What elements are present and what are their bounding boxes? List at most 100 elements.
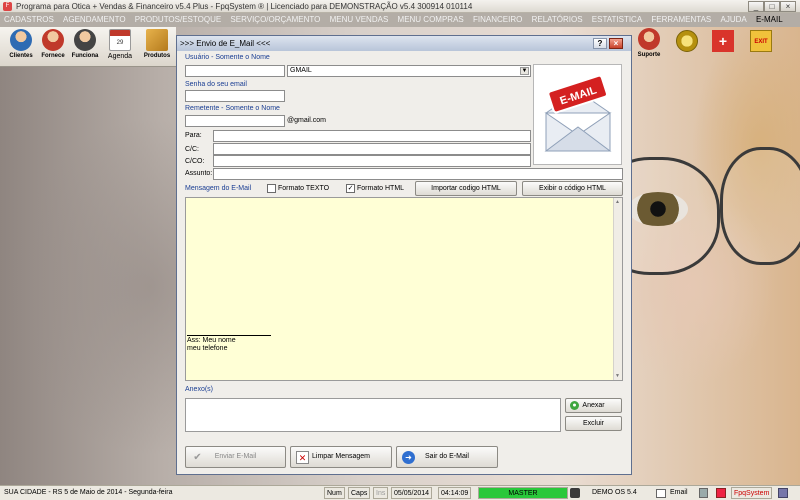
- mail-icon[interactable]: [656, 489, 666, 498]
- scroll-down-icon[interactable]: ▼: [615, 373, 620, 379]
- importar-html-button[interactable]: Importar codigo HTML: [415, 181, 517, 196]
- fornece-button[interactable]: Fornece: [38, 29, 68, 65]
- clientes-button[interactable]: Clientes: [6, 29, 36, 65]
- cco-label: C/CO:: [185, 158, 205, 165]
- message-textarea[interactable]: Ass: Meu nome meu telefone ▲ ▼: [185, 197, 623, 381]
- add-attachment-icon: ●: [570, 401, 579, 410]
- glasses-right-lens: [720, 147, 800, 265]
- coins-button[interactable]: [674, 28, 700, 64]
- status-brand: FpqSystem: [731, 487, 773, 499]
- remetente-input[interactable]: [185, 115, 285, 127]
- menu-relatorios[interactable]: RELATÓRIOS: [532, 15, 583, 24]
- employee-icon: [74, 29, 96, 51]
- supplier-icon: [42, 29, 64, 51]
- suporte-button[interactable]: Suporte: [636, 28, 662, 64]
- maximize-button[interactable]: □: [764, 1, 780, 12]
- menu-email[interactable]: E-MAIL: [756, 15, 783, 24]
- cc-label: C/C:: [185, 146, 199, 153]
- cco-input[interactable]: [213, 155, 531, 167]
- signature-line: [187, 335, 271, 336]
- boxes-icon: [146, 29, 168, 51]
- para-input[interactable]: [213, 130, 531, 142]
- status-master: MASTER: [478, 487, 568, 499]
- anexar-button[interactable]: ● Anexar: [565, 398, 622, 413]
- formato-texto-checkbox[interactable]: [267, 184, 276, 193]
- window-title: Programa para Otica + Vendas & Financeir…: [16, 2, 473, 11]
- menu-compras[interactable]: MENU COMPRAS: [398, 15, 464, 24]
- formato-texto-label: Formato TEXTO: [278, 185, 330, 192]
- fornece-label: Fornece: [41, 53, 65, 59]
- sair-email-button[interactable]: ➜ Sair do E-Mail: [396, 446, 498, 468]
- provider-value: GMAIL: [290, 67, 312, 74]
- menu-vendas[interactable]: MENU VENDAS: [330, 15, 389, 24]
- anexar-label: Anexar: [582, 402, 605, 409]
- status-caps: Caps: [348, 487, 371, 499]
- window-titlebar: F Programa para Otica + Vendas & Finance…: [0, 0, 800, 13]
- scroll-up-icon[interactable]: ▲: [615, 199, 620, 205]
- menu-financeiro[interactable]: FINANCEIRO: [473, 15, 522, 24]
- dialog-help-button[interactable]: ?: [593, 38, 607, 49]
- menu-servico-orcamento[interactable]: SERVIÇO/ORÇAMENTO: [230, 15, 320, 24]
- produtos-label: Produtos: [143, 53, 171, 59]
- usuario-input[interactable]: [185, 65, 285, 77]
- status-demo: DEMO OS 5.4: [592, 489, 637, 496]
- dialog-title: >>> Envio de E_Mail <<<: [180, 39, 271, 48]
- chevron-down-icon[interactable]: ▼: [520, 67, 529, 75]
- email-envelope-image: E-MAIL: [533, 64, 622, 165]
- message-scrollbar[interactable]: ▲ ▼: [613, 198, 622, 380]
- usuario-label: Usuário - Somente o Nome: [185, 54, 270, 61]
- status-num: Num: [324, 487, 345, 499]
- mensagem-label: Mensagem do E-Mail: [185, 185, 252, 192]
- close-button[interactable]: ×: [780, 1, 796, 12]
- dialog-close-button[interactable]: ×: [609, 38, 623, 49]
- assunto-input[interactable]: [213, 168, 623, 180]
- status-ins: Ins: [373, 487, 389, 499]
- menu-ferramentas[interactable]: FERRAMENTAS: [651, 15, 711, 24]
- limpar-mensagem-button[interactable]: ✕ Limpar Mensagem: [290, 446, 392, 468]
- menu-ajuda[interactable]: AJUDA: [721, 15, 747, 24]
- enviar-label: Enviar E-Mail: [214, 453, 257, 460]
- menu-bar: CADASTROS AGENDAMENTO PRODUTOS/ESTOQUE S…: [0, 13, 800, 27]
- support-icon: [638, 28, 660, 50]
- menu-cadastros[interactable]: CADASTROS: [4, 15, 54, 24]
- exit-arrow-icon: ➜: [402, 451, 415, 464]
- sair-label: Sair do E-Mail: [425, 453, 469, 460]
- para-label: Para:: [185, 132, 202, 139]
- status-bar: SUA CIDADE - RS 5 de Maio de 2014 - Segu…: [0, 485, 800, 500]
- menu-agendamento[interactable]: AGENDAMENTO: [63, 15, 126, 24]
- produtos-button[interactable]: Produtos: [140, 29, 174, 65]
- domain-label: @gmail.com: [287, 117, 327, 124]
- plus-note-icon: +: [712, 30, 734, 52]
- senha-input[interactable]: [185, 90, 285, 102]
- anexos-label: Anexo(s): [185, 386, 214, 393]
- signature-name: Ass: Meu nome: [187, 337, 236, 344]
- formato-html-label: Formato HTML: [357, 185, 405, 192]
- signature-phone: meu telefone: [187, 345, 228, 352]
- excluir-button[interactable]: Excluir: [565, 416, 622, 431]
- clientes-label: Clientes: [9, 53, 33, 59]
- exit-button[interactable]: EXIT: [748, 28, 774, 64]
- lock-icon: [570, 488, 580, 498]
- check-icon: ✔: [193, 452, 202, 463]
- app-icon: F: [3, 2, 12, 11]
- network-icon: [778, 488, 788, 498]
- attachments-list[interactable]: [185, 398, 561, 432]
- agenda-label: Agenda: [107, 53, 133, 60]
- provider-select[interactable]: GMAIL ▼: [287, 65, 531, 77]
- exibir-html-button[interactable]: Exibir o código HTML: [522, 181, 623, 196]
- senha-label: Senha do seu email: [185, 81, 247, 88]
- add-note-button[interactable]: +: [710, 28, 736, 64]
- status-time: 04:14:09: [438, 487, 472, 499]
- cc-input[interactable]: [213, 143, 531, 155]
- funciona-button[interactable]: Funciona: [70, 29, 100, 65]
- formato-html-checkbox[interactable]: ✓: [346, 184, 355, 193]
- menu-estatistica[interactable]: ESTATISTICA: [592, 15, 642, 24]
- enviar-email-button[interactable]: ✔ Enviar E-Mail: [185, 446, 286, 468]
- agenda-button[interactable]: 29 Agenda: [104, 29, 136, 65]
- minimize-button[interactable]: _: [748, 1, 764, 12]
- printer-icon[interactable]: [699, 488, 708, 498]
- status-email[interactable]: Email: [670, 487, 688, 499]
- dialog-titlebar: >>> Envio de E_Mail <<< ? ×: [177, 36, 631, 51]
- exit-icon: EXIT: [750, 30, 772, 52]
- menu-produtos-estoque[interactable]: PRODUTOS/ESTOQUE: [135, 15, 221, 24]
